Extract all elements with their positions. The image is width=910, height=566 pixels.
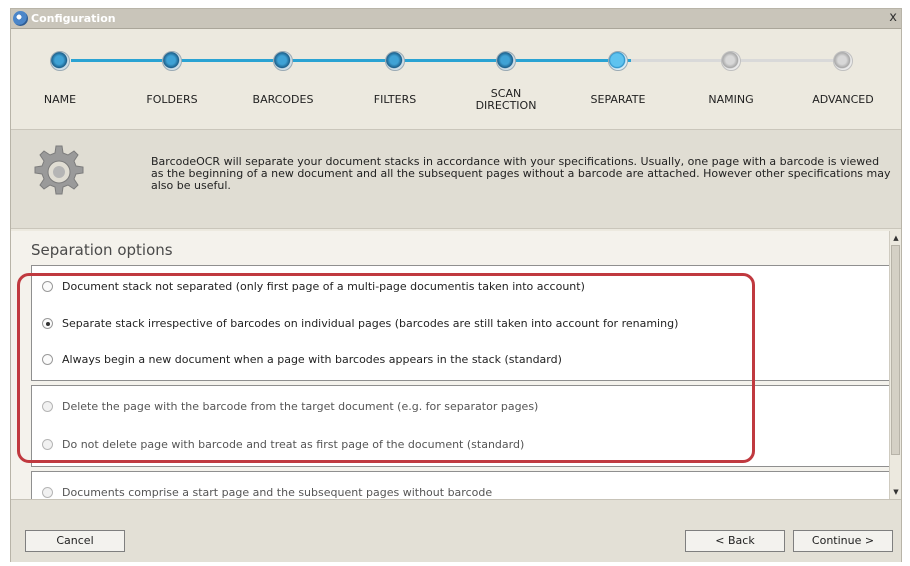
info-description: BarcodeOCR will separate your document s… [151,155,891,192]
option-label: Separate stack irrespective of barcodes … [62,317,679,330]
step-label-naming: NAMING [708,93,754,106]
option-label: Delete the page with the barcode from th… [62,400,539,413]
step-node-advanced[interactable] [833,51,853,71]
footer-bar: Cancel < Back Continue > [11,499,901,562]
scroll-up-arrow-icon[interactable]: ▲ [891,233,901,243]
wizard-steps: NAME FOLDERS BARCODES FILTERS SCAN DIREC… [11,30,901,128]
option-delete-barcode-page[interactable]: Delete the page with the barcode from th… [42,400,538,413]
radio-separate-irrespective[interactable] [42,318,53,329]
step-label-name: NAME [43,93,77,106]
option-label: Do not delete page with barcode and trea… [62,438,525,451]
radio-begin-new-document[interactable] [42,354,53,365]
scroll-down-arrow-icon[interactable]: ▼ [891,487,901,497]
option-not-separated[interactable]: Document stack not separated (only first… [42,280,585,293]
separation-mode-group: Document stack not separated (only first… [31,265,891,381]
title-bar: Configuration x [11,9,901,29]
step-label-separate: SEPARATE [590,93,646,106]
option-begin-new-document[interactable]: Always begin a new document when a page … [42,353,562,366]
window-title: Configuration [31,12,116,25]
progress-track-pending [631,59,853,62]
step-label-filters: FILTERS [373,93,417,106]
options-panel: Separation options Document stack not se… [11,231,901,511]
step-node-folders[interactable] [162,51,182,71]
app-icon [13,11,28,26]
option-keep-barcode-page[interactable]: Do not delete page with barcode and trea… [42,438,524,451]
radio-start-page-composition[interactable] [42,487,53,498]
step-label-scan-line2: DIRECTION [475,99,537,112]
step-node-scan-direction[interactable] [496,51,516,71]
continue-button[interactable]: Continue > [793,530,893,552]
step-node-barcodes[interactable] [273,51,293,71]
close-button[interactable]: x [889,10,897,25]
info-banner: BarcodeOCR will separate your document s… [11,129,901,229]
configuration-window: Configuration x NAME FOLDERS BARCODES FI… [10,8,902,562]
barcode-page-group: Delete the page with the barcode from th… [31,385,891,467]
step-label-scan-direction: SCAN DIRECTION [451,88,561,112]
option-label: Always begin a new document when a page … [62,353,562,366]
section-title: Separation options [31,241,173,259]
step-node-filters[interactable] [385,51,405,71]
option-label: Document stack not separated (only first… [62,280,585,293]
radio-not-separated[interactable] [42,281,53,292]
cancel-button[interactable]: Cancel [25,530,125,552]
option-separate-irrespective[interactable]: Separate stack irrespective of barcodes … [42,317,678,330]
step-label-barcodes: BARCODES [252,93,314,106]
option-label: Documents comprise a start page and the … [62,486,493,499]
vertical-scrollbar[interactable]: ▲ ▼ [889,231,901,499]
step-node-name[interactable] [50,51,70,71]
step-label-folders: FOLDERS [146,93,198,106]
gear-icon [34,145,84,195]
back-button[interactable]: < Back [685,530,785,552]
scroll-thumb[interactable] [891,245,900,455]
radio-keep-barcode-page[interactable] [42,439,53,450]
progress-track-completed [71,59,631,62]
option-start-page-composition[interactable]: Documents comprise a start page and the … [42,486,492,499]
radio-delete-barcode-page[interactable] [42,401,53,412]
step-node-naming[interactable] [721,51,741,71]
step-label-advanced: ADVANCED [812,93,874,106]
step-node-separate[interactable] [608,51,628,71]
